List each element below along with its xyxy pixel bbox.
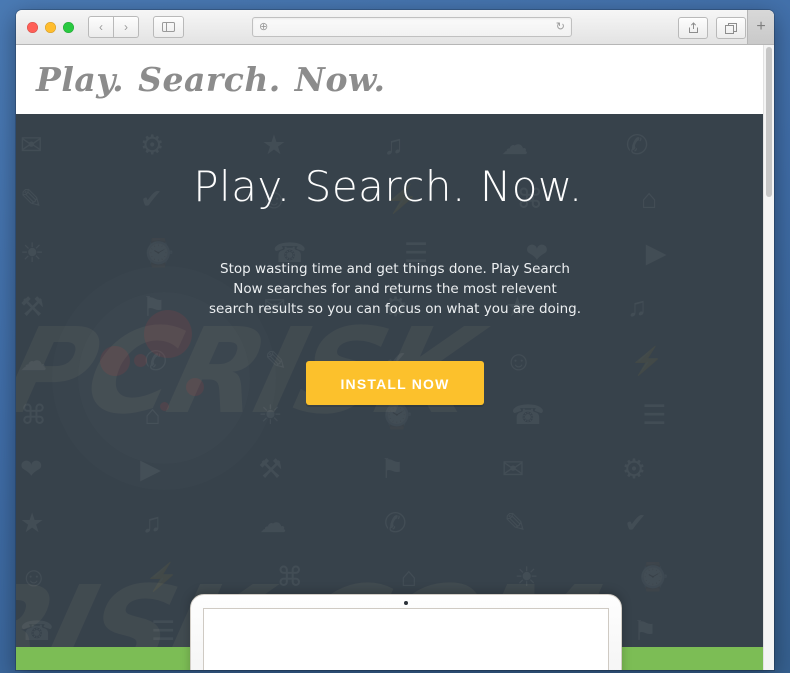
page-title: Play. Search. Now. (16, 114, 774, 211)
site-header: Play. Search. Now. (16, 45, 774, 114)
logo-word-now: Now. (294, 60, 386, 99)
close-button[interactable] (27, 21, 38, 33)
minimize-button[interactable] (45, 21, 56, 33)
install-now-button[interactable]: INSTALL NOW (306, 361, 484, 405)
add-bookmark-icon[interactable]: ⊕ (259, 21, 268, 33)
title-word-play: Play. (193, 162, 291, 211)
scrollbar-thumb[interactable] (766, 47, 772, 197)
back-button[interactable]: ‹ (88, 16, 114, 38)
laptop-mockup: Search ⌕ ᵗ▶f☁V☁●⚑≋ (190, 594, 622, 670)
sidebar-toggle-icon[interactable] (153, 16, 184, 38)
page-scrollbar[interactable] (763, 45, 774, 670)
new-tab-button[interactable]: + (747, 10, 774, 44)
logo-word-search: Search. (138, 60, 281, 99)
webcam-dot (404, 601, 408, 605)
navigation-buttons: ‹ › (88, 16, 139, 38)
zoom-button[interactable] (63, 21, 74, 33)
hero-section: ✉ ⚙ ★ ♫ ☁ ✆ ✎ ✔ ☺ ⚡ ⌘ ⌂ ☀ ⌚ ☎ ☰ ❤ ▶ ⚒ ⚑ … (16, 114, 774, 670)
address-bar[interactable]: ⊕ ↻ (252, 17, 572, 37)
logo-word-play: Play. (36, 60, 125, 99)
toolbar-right-tools (678, 17, 746, 39)
title-word-search: Search. (304, 162, 466, 211)
show-tabs-icon[interactable] (716, 17, 746, 39)
browser-window: ‹ › ⊕ ↻ + Play. Search. Now. ✉ ⚙ ★ ♫ ☁ ✆… (16, 10, 774, 670)
share-icon[interactable] (678, 17, 708, 39)
window-controls (27, 21, 74, 33)
laptop-screen: Search ⌕ ᵗ▶f☁V☁●⚑≋ (203, 608, 609, 670)
page-content: Play. Search. Now. ✉ ⚙ ★ ♫ ☁ ✆ ✎ ✔ ☺ ⚡ ⌘ ⌂… (16, 45, 774, 670)
site-logo[interactable]: Play. Search. Now. (36, 60, 400, 99)
title-word-now: Now. (479, 162, 583, 211)
browser-toolbar: ‹ › ⊕ ↻ + (16, 10, 774, 45)
forward-button[interactable]: › (114, 16, 139, 38)
hero-subtitle: Stop wasting time and get things done. P… (209, 261, 581, 317)
reload-icon[interactable]: ↻ (556, 21, 565, 33)
hero-inner: Play. Search. Now. Stop wasting time and g… (16, 114, 774, 405)
desktop-background: ‹ › ⊕ ↻ + Play. Search. Now. ✉ ⚙ ★ ♫ ☁ ✆… (0, 0, 790, 673)
